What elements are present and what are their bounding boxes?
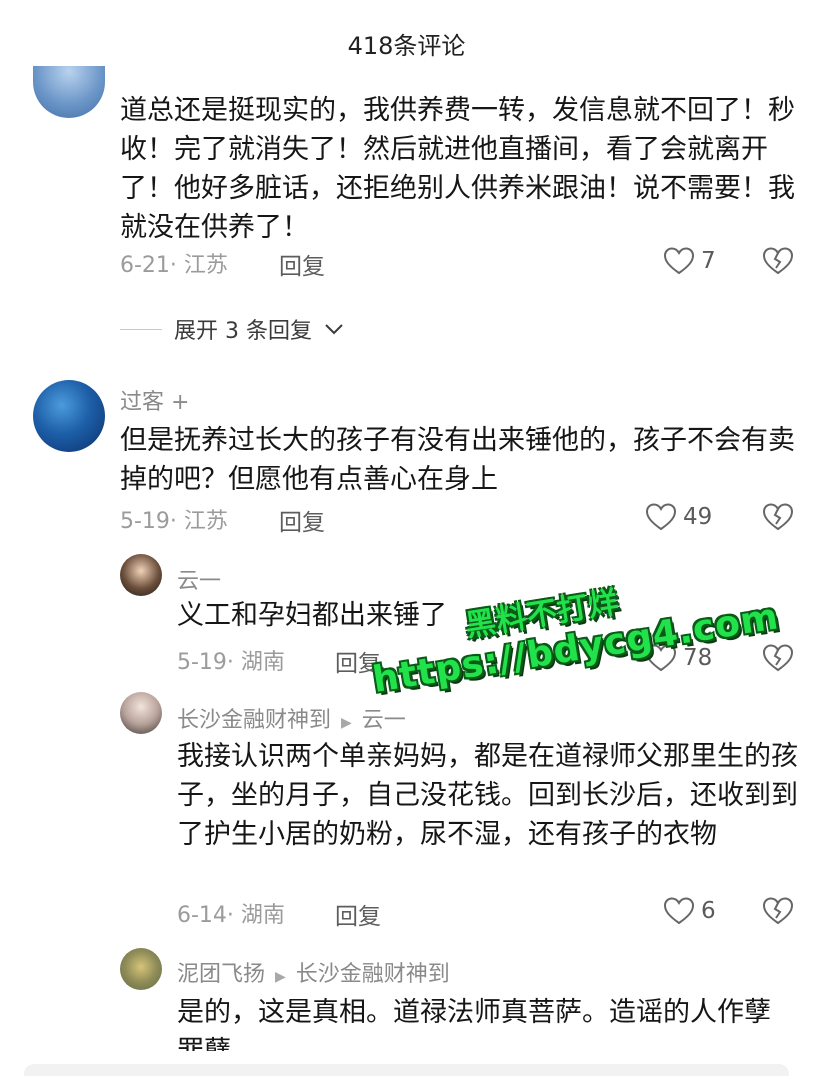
comment-input-bar[interactable] xyxy=(24,1064,789,1076)
like-count: 6 xyxy=(701,898,716,924)
avatar[interactable] xyxy=(33,380,105,452)
like-button[interactable]: 6 xyxy=(663,895,716,927)
username[interactable]: 云一 xyxy=(177,563,221,595)
like-count: 7 xyxy=(701,248,716,274)
reply-button[interactable]: 回复 xyxy=(279,247,325,281)
reply-button[interactable]: 回复 xyxy=(279,503,325,537)
comments-header: 418条评论 xyxy=(0,0,813,84)
reply-arrow-icon: ▶ xyxy=(341,715,352,731)
comment-date-region: 6-14· 湖南 xyxy=(177,903,285,928)
chevron-down-icon xyxy=(325,324,343,335)
like-button[interactable]: 7 xyxy=(663,245,716,277)
avatar[interactable] xyxy=(120,692,162,734)
like-count: 49 xyxy=(683,504,713,530)
broken-heart-icon[interactable] xyxy=(762,896,794,926)
comment-body: 道总还是挺现实的，我供养费一转，发信息就不回了！秒收！完了就消失了！然后就进他直… xyxy=(120,95,795,243)
heart-icon xyxy=(663,897,695,925)
avatar[interactable] xyxy=(33,66,105,118)
broken-heart-icon[interactable] xyxy=(762,502,794,532)
comment-date-region: 5-19· 湖南 xyxy=(177,650,285,675)
heart-icon xyxy=(645,503,677,531)
username[interactable]: 长沙金融财神到 xyxy=(177,708,331,733)
username[interactable]: 过客 + xyxy=(120,384,189,416)
reply-body: 我接认识两个单亲妈妈，都是在道禄师父那里生的孩子，坐的月子，自己没花钱。回到长沙… xyxy=(177,741,798,850)
reply-to-username[interactable]: 长沙金融财神到 xyxy=(296,962,450,987)
expand-replies-button[interactable]: 展开 3 条回复 xyxy=(120,313,344,345)
like-button[interactable]: 49 xyxy=(645,501,712,533)
avatar[interactable] xyxy=(120,948,162,990)
comment-count-title: 418条评论 xyxy=(347,32,466,60)
reply-body: 是的，这是真相。道禄法师真菩萨。造谣的人作孽罪孽 xyxy=(177,997,771,1051)
divider-line xyxy=(120,328,162,330)
expand-replies-label: 展开 3 条回复 xyxy=(174,319,312,344)
comment-date-region: 6-21· 江苏 xyxy=(120,253,228,278)
watermark: 黑料不打烊 https://bdycg4.com xyxy=(363,554,782,735)
comment-date-region: 5-19· 江苏 xyxy=(120,509,228,534)
reply-header: 长沙金融财神到 ▶ 云一 xyxy=(177,702,406,734)
username[interactable]: 泥团飞扬 xyxy=(177,962,265,987)
avatar[interactable] xyxy=(120,554,162,596)
comment-body: 但是抚养过长大的孩子有没有出来锤他的，孩子不会有卖掉的吧？但愿他有点善心在身上 xyxy=(120,425,795,495)
reply-arrow-icon: ▶ xyxy=(275,969,286,985)
heart-icon xyxy=(663,247,695,275)
reply-button[interactable]: 回复 xyxy=(335,897,381,931)
broken-heart-icon[interactable] xyxy=(762,246,794,276)
reply-header: 泥团飞扬 ▶ 长沙金融财神到 xyxy=(177,956,450,988)
